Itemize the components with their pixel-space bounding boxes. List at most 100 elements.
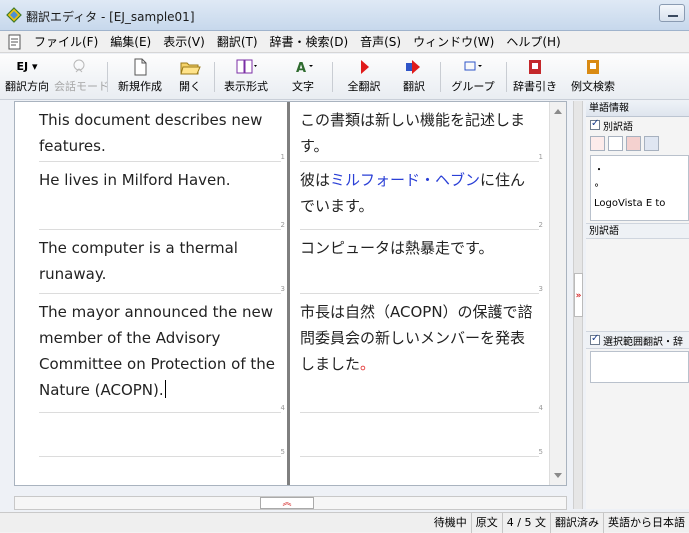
preview-icon[interactable] — [608, 135, 623, 151]
segment-number: 4 — [280, 404, 285, 412]
segment-number: 5 — [280, 448, 285, 456]
group-button[interactable]: グループ — [444, 58, 502, 96]
group-icon — [461, 58, 485, 76]
double-chevron-up-icon: ︽ — [282, 498, 292, 508]
source-segment-active[interactable]: The mayor announced the new member of th… — [15, 294, 287, 413]
target-text[interactable]: この書類は新しい機能を記述します。 — [300, 107, 539, 159]
word-info-header: 単語情報 — [586, 101, 689, 117]
target-segment[interactable]: 市長は自然（ACOPN）の保護で諮問委員会の新しいメンバーを発表しました。 4 — [290, 294, 545, 413]
list-icon[interactable] — [644, 135, 659, 151]
columns-icon — [234, 58, 258, 76]
source-segment[interactable]: 5 — [15, 413, 287, 457]
target-segment[interactable]: コンピュータは熱暴走です。 3 — [290, 230, 545, 294]
source-text[interactable]: This document describes new features. — [39, 107, 281, 159]
source-segment[interactable]: The computer is a thermal runaway. 3 — [15, 230, 287, 294]
conversation-mode-label: 会話モード — [54, 80, 109, 93]
new-document-button[interactable]: 新規作成 — [112, 58, 168, 96]
collapse-right-panel-button[interactable]: » — [574, 273, 583, 317]
panel-splitter[interactable]: » — [573, 101, 583, 509]
target-column: この書類は新しい機能を記述します。 1 彼はミルフォード・ヘブンに住んでいます。… — [290, 102, 545, 485]
source-text[interactable]: He lives in Milford Haven. — [39, 167, 281, 193]
minimize-button[interactable] — [659, 4, 685, 22]
example-search-label: 例文検索 — [571, 80, 615, 93]
toolbar: EJ ▾ 翻訳方向 会話モード 新規作成 開く 表示形式 A 文字 全翻訳 翻訳… — [0, 54, 689, 100]
source-text-content[interactable]: The mayor announced the new member of th… — [39, 303, 275, 399]
menu-edit[interactable]: 編集(E) — [104, 31, 157, 53]
expand-panel-button[interactable]: ︽ — [260, 497, 314, 509]
segment-divider — [300, 456, 539, 457]
highlighted-term[interactable]: ミルフォード・ヘブン — [330, 171, 480, 189]
target-segment[interactable]: 5 — [290, 413, 545, 457]
translate-all-button[interactable]: 全翻訳 — [338, 58, 390, 96]
open-button[interactable]: 開く — [170, 58, 210, 96]
example-search-button[interactable]: 例文検索 — [562, 58, 624, 96]
toolbar-separator — [214, 62, 215, 92]
status-view: 原文 — [470, 512, 502, 533]
split-view-icon[interactable] — [590, 135, 605, 151]
target-text[interactable]: 市長は自然（ACOPN）の保護で諮問委員会の新しいメンバーを発表しました。 — [300, 299, 539, 377]
selection-translate-checkbox[interactable]: 選択範囲翻訳・辞 — [586, 331, 689, 349]
menu-dictionary[interactable]: 辞書・検索(D) — [264, 31, 355, 53]
scroll-up-icon[interactable] — [554, 109, 562, 114]
conversation-icon — [67, 58, 91, 76]
alt-word-list — [586, 239, 689, 331]
segment-number: 4 — [538, 404, 543, 412]
status-translated: 翻訳済み — [550, 512, 603, 533]
double-chevron-right-icon: » — [575, 291, 582, 301]
display-format-label: 表示形式 — [224, 80, 268, 93]
menu-window[interactable]: ウィンドウ(W) — [407, 31, 500, 53]
source-text[interactable]: The mayor announced the new member of th… — [39, 299, 281, 403]
toolbar-separator — [506, 62, 507, 92]
segment-number: 3 — [538, 285, 543, 293]
source-column: This document describes new features. 1 … — [15, 102, 287, 485]
dictionary-small-icon[interactable] — [626, 135, 641, 151]
direction-button[interactable]: EJ ▾ 翻訳方向 — [4, 58, 50, 96]
segment-divider — [39, 456, 281, 457]
menu-help[interactable]: ヘルプ(H) — [500, 31, 566, 53]
scroll-down-icon[interactable] — [554, 473, 562, 478]
target-segment[interactable]: 彼はミルフォード・ヘブンに住んでいます。 2 — [290, 162, 545, 230]
target-text[interactable]: 彼はミルフォード・ヘブンに住んでいます。 — [300, 167, 539, 219]
segment-number: 2 — [538, 221, 543, 229]
new-label: 新規作成 — [118, 80, 162, 93]
source-segment[interactable]: He lives in Milford Haven. 2 — [15, 162, 287, 230]
open-label: 開く — [179, 80, 201, 93]
checkbox-checked-icon[interactable] — [590, 333, 600, 345]
status-position: 4 / 5 文 — [501, 512, 550, 533]
svg-text:A: A — [296, 61, 306, 76]
conversation-mode-button[interactable]: 会話モード — [54, 58, 109, 96]
segment-number: 3 — [280, 285, 285, 293]
dictionary-lookup-button[interactable]: 辞書引き — [510, 58, 560, 96]
status-direction: 英語から日本語 — [603, 512, 689, 533]
menu-translate[interactable]: 翻訳(T) — [211, 31, 264, 53]
selection-result-box[interactable] — [590, 351, 689, 383]
translate-all-icon — [352, 58, 376, 76]
translate-label: 翻訳 — [403, 80, 425, 93]
source-text[interactable]: The computer is a thermal runaway. — [39, 235, 281, 287]
target-segment[interactable]: この書類は新しい機能を記述します。 1 — [290, 102, 545, 162]
word-info-panel: 単語情報 別訳語 ・ ° LogoVista E to 別訳語 選択範囲翻訳・辞 — [586, 101, 689, 509]
checkbox-checked-icon[interactable] — [590, 118, 600, 130]
segment-number: 2 — [280, 221, 285, 229]
new-document-icon — [128, 58, 152, 76]
menu-view[interactable]: 表示(V) — [157, 31, 211, 53]
status-state: 待機中 — [433, 515, 467, 529]
font-button[interactable]: A 文字 — [278, 58, 328, 96]
vertical-scrollbar[interactable] — [549, 102, 566, 485]
document-menu-icon[interactable] — [4, 33, 26, 51]
title-bar: 翻訳エディタ - [EJ_sample01] — [0, 0, 689, 31]
app-logo-icon — [6, 7, 22, 23]
open-folder-icon — [178, 58, 202, 76]
dict-line: ° — [594, 183, 599, 194]
source-segment[interactable]: This document describes new features. 1 — [15, 102, 287, 162]
ej-direction-icon: EJ ▾ — [16, 60, 38, 73]
menu-file[interactable]: ファイル(F) — [28, 31, 104, 53]
translate-icon — [402, 58, 426, 76]
display-format-button[interactable]: 表示形式 — [218, 58, 274, 96]
menu-voice[interactable]: 音声(S) — [354, 31, 407, 53]
translate-button[interactable]: 翻訳 — [392, 58, 436, 96]
alt-translation-checkbox[interactable]: 別訳語 — [586, 117, 689, 133]
font-icon: A — [291, 58, 315, 76]
alt-translation-check-label: 別訳語 — [603, 121, 633, 133]
target-text[interactable]: コンピュータは熱暴走です。 — [300, 235, 539, 261]
